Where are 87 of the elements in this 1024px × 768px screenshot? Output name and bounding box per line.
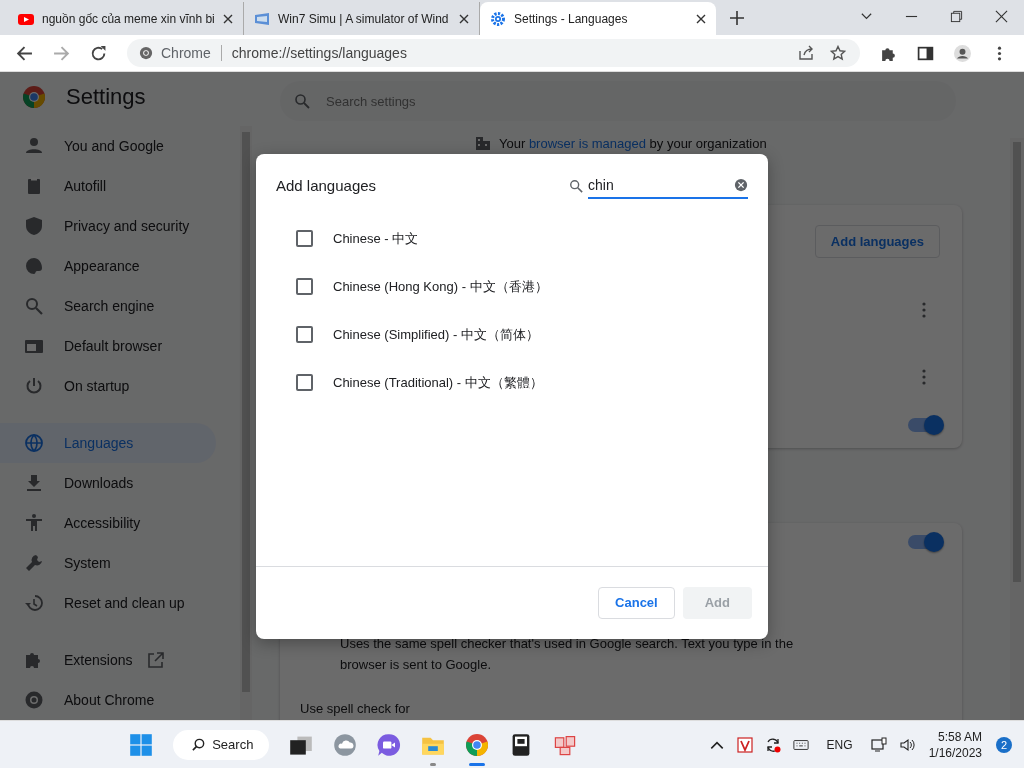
video-chat-icon[interactable]: [377, 732, 402, 757]
building-icon: [475, 135, 491, 151]
input-language[interactable]: ENG: [826, 737, 853, 752]
toggle-switch[interactable]: [908, 418, 942, 432]
windows-start-icon[interactable]: [129, 732, 154, 757]
sidebar-item[interactable]: Downloads: [0, 463, 216, 503]
language-option[interactable]: Chinese (Simplified) - 中文（简体）: [333, 325, 539, 344]
share-icon[interactable]: [798, 45, 814, 61]
restore-icon[interactable]: [950, 10, 963, 23]
checkbox[interactable]: [296, 374, 313, 391]
tab-title: nguồn gốc của meme xin vĩnh bi: [42, 11, 215, 26]
reload-icon[interactable]: [90, 44, 107, 62]
add-languages-button[interactable]: Add languages: [814, 225, 940, 258]
checkbox[interactable]: [296, 278, 313, 295]
globe-icon: [24, 433, 44, 453]
side-panel-icon[interactable]: [917, 44, 934, 62]
dialog-title: Add languages: [276, 177, 377, 194]
sync-icon[interactable]: [764, 736, 781, 753]
sidebar-item[interactable]: Autofill: [0, 166, 216, 206]
person-icon: [24, 136, 44, 156]
sidebar-item[interactable]: Languages: [0, 423, 216, 463]
sidebar-item[interactable]: Default browser: [0, 326, 216, 366]
wrench-icon: [24, 553, 44, 573]
search-icon: [191, 737, 207, 752]
sidebar-item[interactable]: Appearance: [0, 246, 216, 286]
browser-tab[interactable]: Settings - Languages: [480, 2, 716, 35]
history-icon: [24, 593, 44, 613]
profile-icon[interactable]: [954, 44, 971, 62]
star-icon[interactable]: [830, 45, 846, 61]
tab-title: Win7 Simu | A simulator of Wind: [278, 11, 450, 26]
address-bar[interactable]: Chrome chrome://settings/languages: [127, 39, 860, 67]
sidebar-item[interactable]: About Chrome: [0, 680, 216, 720]
download-icon: [24, 473, 44, 493]
sidebar-item[interactable]: Extensions: [0, 640, 216, 680]
clock-date: 1/16/2023: [928, 744, 982, 761]
close-icon[interactable]: [459, 13, 469, 24]
tab-title: Settings - Languages: [514, 11, 629, 26]
search-icon: [294, 93, 310, 109]
cancel-button[interactable]: Cancel: [598, 586, 675, 619]
cloud-icon[interactable]: [333, 732, 358, 757]
checkbox[interactable]: [296, 326, 313, 343]
checkbox[interactable]: [296, 230, 313, 247]
chrome-icon[interactable]: [465, 732, 490, 757]
scrollbar[interactable]: [1010, 138, 1024, 720]
close-icon[interactable]: [696, 13, 706, 24]
scrollbar[interactable]: [240, 126, 252, 720]
close-icon[interactable]: [223, 13, 233, 24]
url-text: chrome://settings/languages: [231, 45, 407, 61]
toggle-switch[interactable]: [908, 535, 942, 549]
notification-badge[interactable]: 2: [996, 736, 1012, 753]
sidebar-item[interactable]: Accessibility: [0, 503, 216, 543]
sidebar-item[interactable]: Privacy and security: [0, 206, 216, 246]
sidebar-item[interactable]: On startup: [0, 366, 216, 406]
window-icon: [254, 10, 270, 27]
sidebar-item[interactable]: You and Google: [0, 126, 216, 166]
settings-title: Settings: [66, 84, 146, 110]
sidebar-item[interactable]: Reset and clean up: [0, 583, 216, 623]
language-option[interactable]: Chinese (Traditional) - 中文（繁體）: [333, 373, 543, 392]
site-chip-label: Chrome: [161, 45, 211, 61]
new-tab-icon[interactable]: [730, 11, 744, 25]
search-icon: [569, 178, 583, 193]
language-option[interactable]: Chinese - 中文: [333, 229, 419, 248]
managed-link[interactable]: browser is managed: [528, 135, 646, 151]
more-icon[interactable]: [922, 302, 926, 318]
sidebar-item[interactable]: System: [0, 543, 216, 583]
power-icon: [24, 376, 44, 396]
network-icon[interactable]: [870, 736, 887, 753]
chrome-icon: [139, 46, 153, 60]
accessibility-icon: [24, 513, 44, 533]
chrome-logo-icon: [22, 85, 46, 109]
search-icon: [24, 296, 44, 316]
spell-check-label: Use spell check for: [300, 701, 410, 716]
managed-notice: Your browser is managed by your organization: [499, 135, 767, 151]
sidebar-item[interactable]: Search engine: [0, 286, 216, 326]
shield-icon: [24, 216, 44, 236]
taskbar-search[interactable]: Search: [173, 729, 270, 760]
more-icon[interactable]: [922, 369, 926, 385]
speaker-icon[interactable]: [898, 736, 915, 753]
back-icon[interactable]: [16, 44, 33, 62]
language-option[interactable]: Chinese (Hong Kong) - 中文（香港）: [333, 277, 548, 296]
chrome-icon: [24, 690, 44, 710]
external-link-icon: [148, 652, 165, 668]
clock-time: 5:58 AM: [938, 728, 982, 745]
clear-icon[interactable]: [734, 177, 748, 192]
settings-icon: [490, 10, 506, 27]
spell-check-description: Uses the same spell checker that's used in Google search. Text you type in the browser is sent to Google.: [340, 635, 795, 674]
close-icon[interactable]: [995, 10, 1008, 23]
